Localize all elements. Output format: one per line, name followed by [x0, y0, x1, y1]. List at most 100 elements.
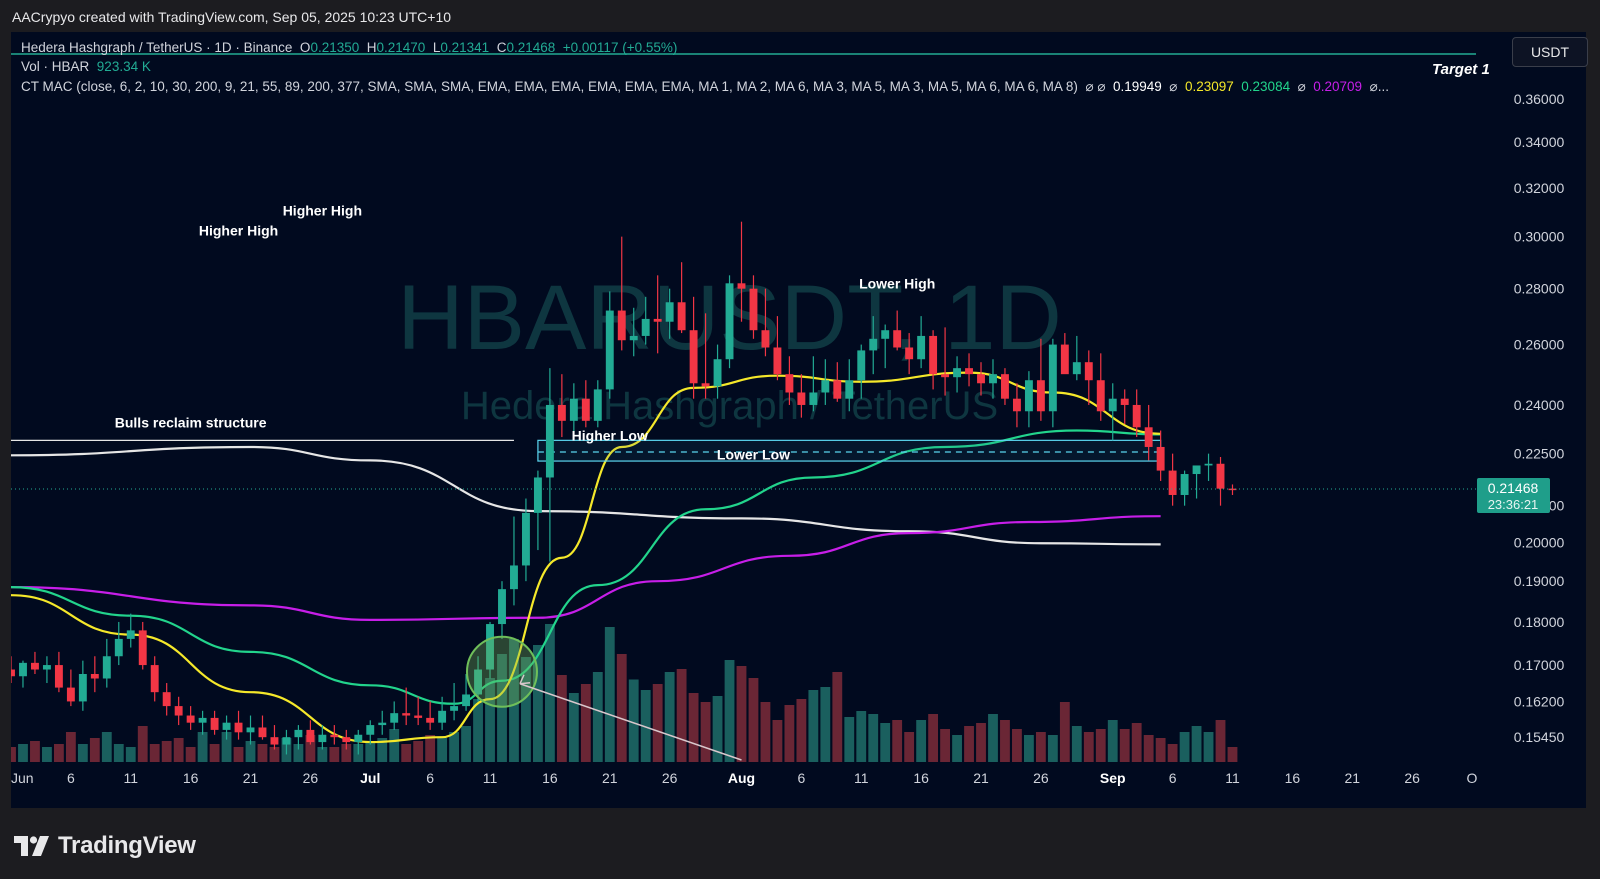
volume-bar — [724, 660, 735, 762]
price-chart[interactable]: HBARUSDT, 1DHedera Hashgraph / TetherUSB… — [11, 32, 1586, 808]
candle-body — [521, 512, 530, 566]
candle-body — [414, 715, 423, 718]
chart-frame[interactable]: HBARUSDT, 1D Hedera Hashgraph / TetherUS B… — [11, 32, 1586, 808]
candle-body — [198, 717, 207, 723]
high-value: 0.21470 — [376, 40, 426, 55]
x-tick-label: 16 — [183, 770, 199, 786]
candle-body — [821, 380, 830, 393]
candle-body — [605, 310, 614, 390]
volume-bar — [796, 699, 807, 762]
y-tick-label: 0.17000 — [1514, 657, 1565, 673]
candle-body — [545, 404, 554, 478]
x-tick-label: 26 — [1404, 770, 1420, 786]
current-price-value: 0.21468 — [1488, 480, 1539, 496]
volume-bar — [736, 666, 747, 762]
candle-body — [330, 734, 339, 738]
volume-bar — [137, 726, 148, 762]
candle-body — [66, 687, 75, 702]
candle-body — [557, 404, 566, 421]
volume-legend: Vol · HBAR 923.34 K — [21, 59, 151, 74]
candle-body — [270, 737, 279, 745]
indicator-more-icon[interactable]: ⌀... — [1370, 79, 1389, 94]
tradingview-logo-icon — [14, 836, 49, 856]
candle-body — [917, 335, 926, 360]
candle-body — [222, 722, 231, 730]
indicator-value-green: 0.23084 — [1241, 79, 1291, 94]
candle-body — [498, 589, 506, 625]
open-value: 0.21350 — [310, 40, 360, 55]
candle-body — [773, 347, 782, 375]
candle-body — [438, 710, 447, 723]
target-label: Target 1 — [1432, 61, 1490, 78]
volume-bar — [30, 741, 40, 762]
candle-body — [126, 630, 135, 639]
x-tick-label: O — [1467, 770, 1478, 786]
volume-bar — [437, 738, 448, 762]
candle-body — [234, 722, 243, 733]
y-tick-label: 0.26000 — [1514, 337, 1565, 353]
volume-bar — [952, 735, 962, 762]
x-tick-label: 6 — [797, 770, 805, 786]
volume-bar — [461, 726, 471, 762]
candle-body — [30, 662, 39, 670]
volume-bar — [844, 717, 855, 762]
x-tick-label: Aug — [728, 770, 755, 786]
y-tick-label: 0.16200 — [1514, 693, 1565, 709]
candle-body — [1060, 344, 1069, 375]
candle-body — [1144, 427, 1153, 447]
volume-bar — [173, 738, 184, 762]
volume-bar — [928, 714, 939, 762]
x-tick-label: 21 — [243, 770, 259, 786]
volume-bar — [413, 741, 424, 762]
volume-bar — [389, 729, 400, 762]
volume-bar — [1095, 729, 1106, 762]
candle-body — [737, 283, 746, 289]
symbol-name[interactable]: Hedera Hashgraph / TetherUS · 1D · Binan… — [21, 40, 292, 55]
volume-bar — [604, 627, 615, 762]
x-tick-label: 6 — [67, 770, 75, 786]
volume-label[interactable]: Vol · HBAR — [21, 59, 89, 74]
volume-bar — [592, 672, 603, 762]
candle-body — [749, 288, 758, 331]
footer — [0, 808, 1600, 879]
indicator-label[interactable]: CT MAC (close, 6, 2, 10, 30, 200, 9, 21,… — [21, 79, 1078, 94]
candle-body — [102, 656, 111, 679]
currency-button[interactable]: USDT — [1512, 37, 1588, 67]
volume-bar — [233, 747, 244, 762]
tradingview-logo[interactable]: TradingView — [14, 832, 196, 860]
volume-bar — [161, 741, 172, 762]
x-tick-label: Jul — [360, 770, 380, 786]
annotation-label: Higher High — [283, 203, 362, 219]
candle-body — [689, 330, 698, 384]
candle-body — [1072, 362, 1081, 375]
volume-bar — [760, 702, 771, 762]
volume-bar — [676, 669, 687, 762]
x-tick-label: 11 — [854, 770, 869, 786]
candle-body — [1180, 474, 1189, 495]
volume-bar — [904, 732, 915, 762]
candle-body — [593, 389, 602, 421]
candle-body — [1120, 398, 1129, 405]
volume-bar — [125, 747, 136, 762]
volume-bar — [556, 675, 567, 762]
breakout-circle — [465, 635, 538, 708]
volume-bar — [892, 720, 903, 762]
candle-body — [246, 727, 255, 733]
y-tick-label: 0.32000 — [1514, 180, 1565, 196]
candle-body — [19, 662, 27, 677]
candle-body — [426, 717, 435, 723]
candle-body — [150, 665, 159, 693]
volume-bar — [808, 690, 819, 762]
x-tick-label: 16 — [1285, 770, 1301, 786]
candle-body — [450, 706, 459, 711]
x-tick-label: 26 — [662, 770, 678, 786]
x-tick-label: 11 — [483, 770, 498, 786]
candle-body — [1204, 463, 1213, 466]
volume-bar — [1215, 720, 1226, 762]
candle-body — [617, 310, 626, 341]
volume-bar — [473, 699, 483, 762]
y-tick-label: 0.28000 — [1514, 281, 1565, 297]
candle-body — [1168, 470, 1177, 495]
candle-body — [510, 565, 518, 590]
candle-body — [402, 713, 411, 716]
